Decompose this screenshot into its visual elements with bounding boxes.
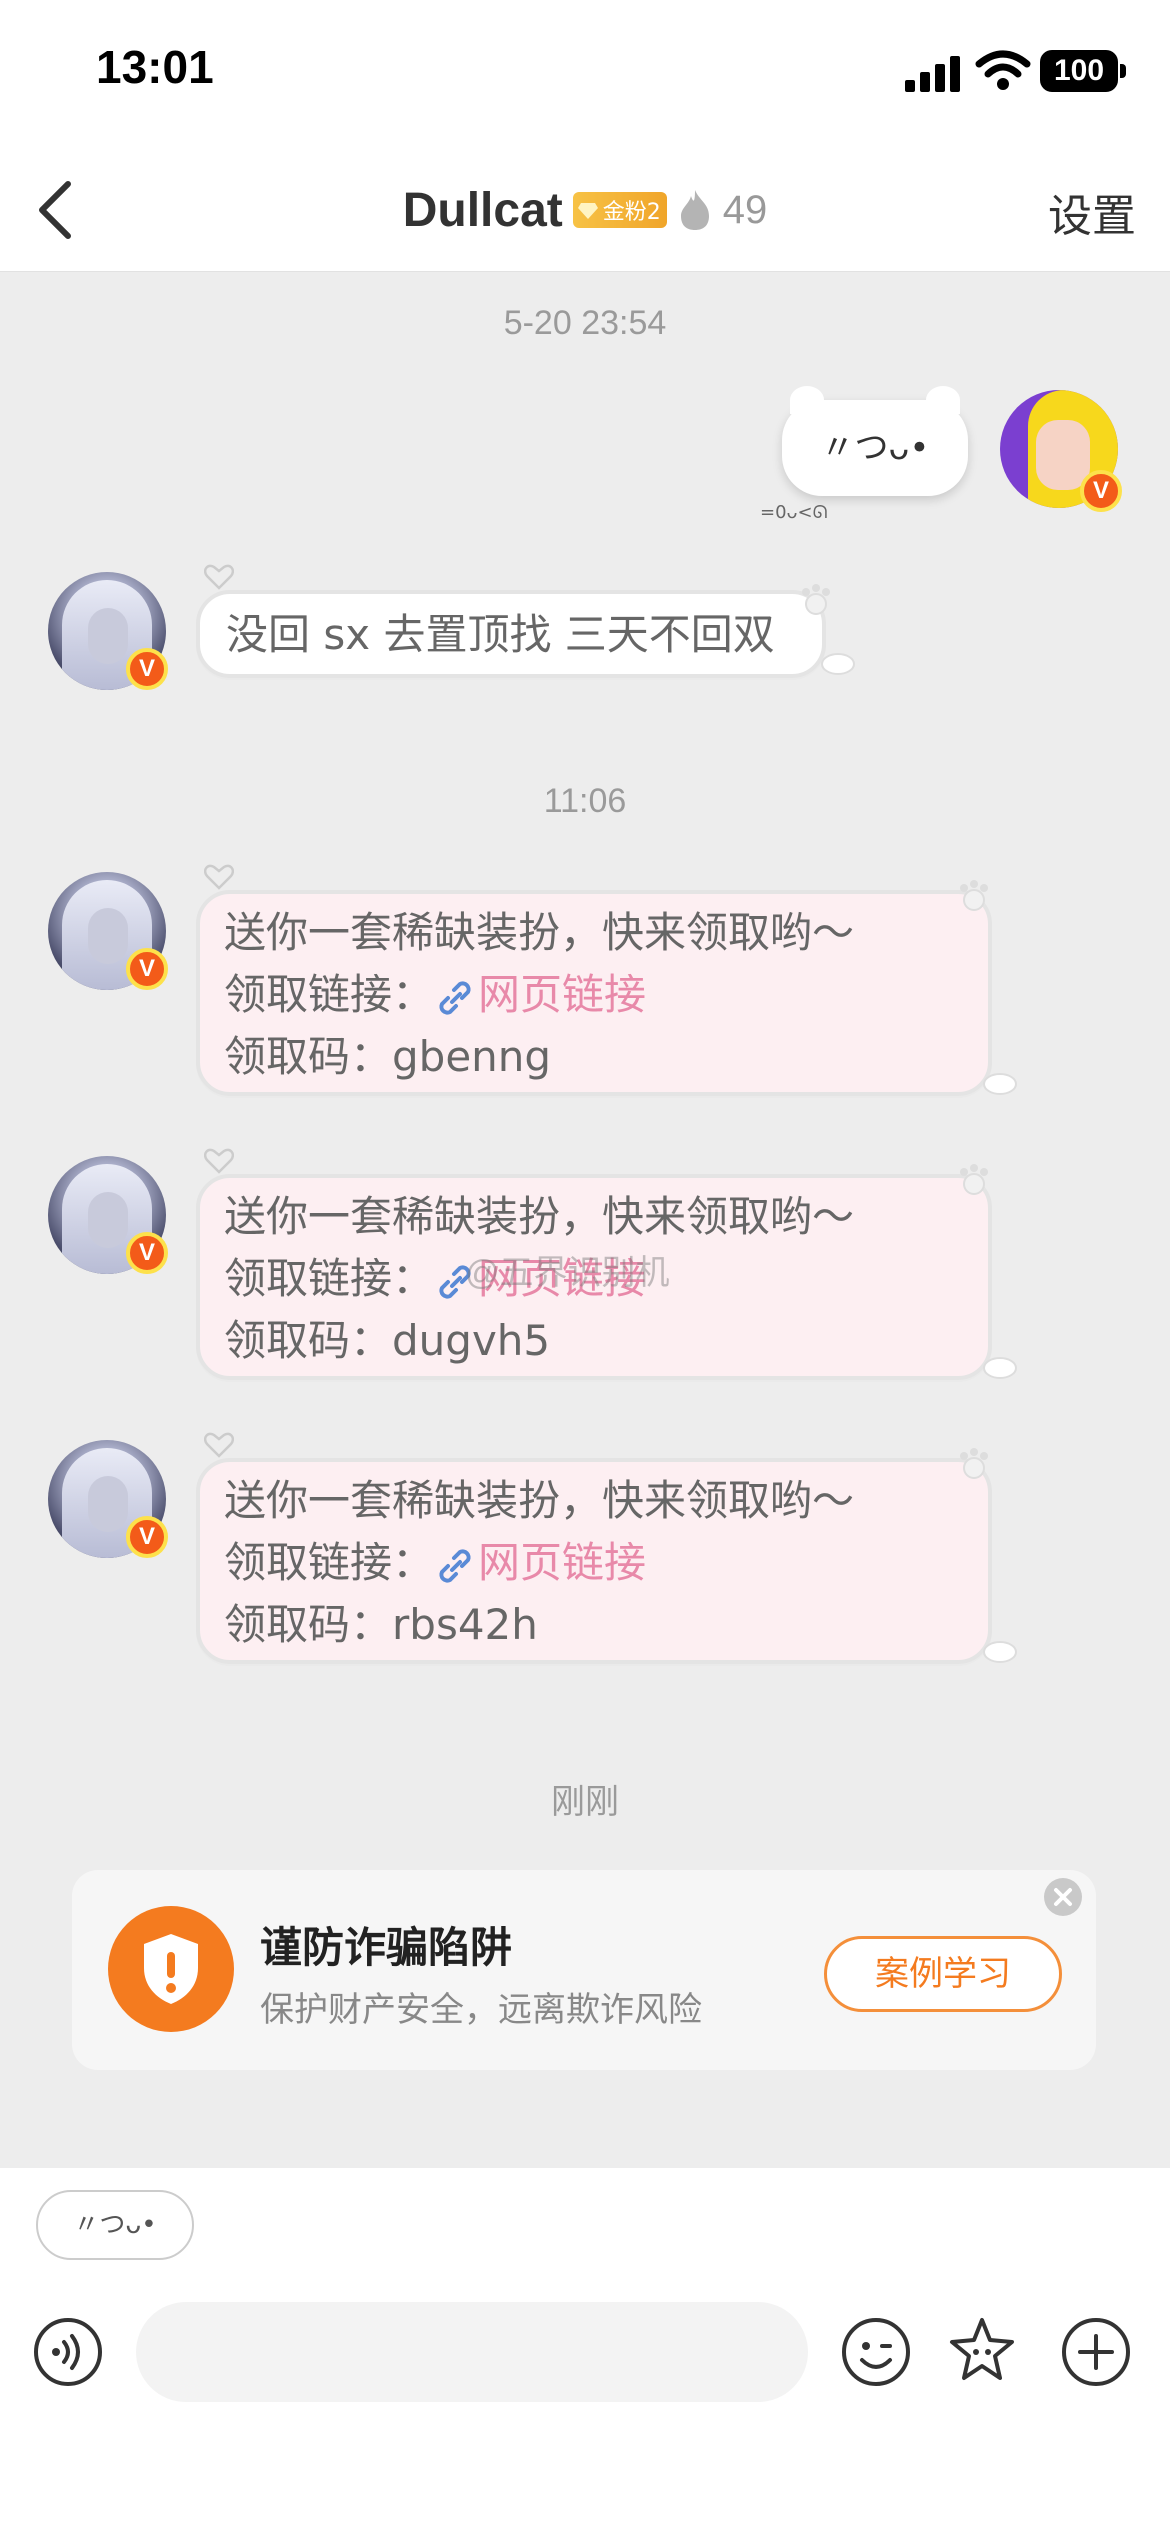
sticker-star-icon[interactable] [946, 2314, 1018, 2386]
fan-level-badge: 金粉2 [572, 192, 667, 228]
message-text: 没回 sx 去置顶找 三天不回双 [226, 610, 775, 659]
link-line: 领取链接： 网页链接 [224, 1532, 964, 1594]
link-icon [439, 980, 471, 1015]
status-time: 13:01 [96, 41, 214, 93]
message-bubble[interactable]: 送你一套稀缺装扮，快来领取哟～ 领取链接： 网页链接 领取码：gbenng [196, 890, 992, 1096]
web-link[interactable]: 网页链接 [478, 970, 646, 1019]
heart-icon [204, 1148, 234, 1174]
code-line: 领取码：gbenng [224, 1026, 964, 1088]
paw-icon [802, 584, 830, 615]
web-link[interactable]: 网页链接 [478, 1538, 646, 1587]
code-line: 领取码：dugvh5 [224, 1310, 964, 1372]
wifi-icon [975, 50, 1031, 90]
paw-icon [960, 1448, 988, 1479]
close-icon[interactable] [1044, 1878, 1082, 1916]
redeem-code: gbenng [392, 1032, 552, 1081]
code-label: 领取码： [224, 1316, 393, 1365]
verified-badge: V [126, 1516, 168, 1558]
link-label: 领取链接： [224, 970, 435, 1019]
verified-badge: V [126, 648, 168, 690]
heart-icon [204, 564, 234, 590]
emoji-icon[interactable] [840, 2316, 912, 2388]
fraud-warning-card: 谨防诈骗陷阱 保护财产安全，远离欺诈风险 案例学习 [72, 1870, 1096, 2070]
nav-title-group: Dullcat 金粉2 49 [0, 178, 1170, 242]
avatar-face [88, 608, 128, 664]
intimacy-count: 49 [722, 187, 768, 232]
sticker-face: 〃つᴗ• [820, 428, 930, 468]
code-label: 领取码： [224, 1032, 393, 1081]
page-title[interactable]: Dullcat [403, 183, 563, 238]
verified-badge: V [126, 948, 168, 990]
message-line: 送你一套稀缺装扮，快来领取哟～ [224, 1192, 855, 1241]
paw-icon [983, 1641, 1017, 1663]
input-area: 〃つᴗ• [0, 2168, 1170, 2532]
verified-badge: V [126, 1232, 168, 1274]
heart-icon [204, 864, 234, 890]
battery-icon: 100 [1040, 50, 1126, 92]
plus-icon[interactable] [1060, 2316, 1132, 2388]
redeem-code: dugvh5 [392, 1316, 551, 1365]
paw-icon [983, 1073, 1017, 1095]
timestamp: 刚刚 [551, 1783, 619, 1821]
message-line: 送你一套稀缺装扮，快来领取哟～ [224, 1476, 855, 1525]
case-study-button[interactable]: 案例学习 [824, 1936, 1062, 2012]
sticker-message[interactable]: 〃つᴗ• [782, 386, 968, 496]
sticker-ear [926, 386, 960, 414]
status-bar: 13:01 100 [0, 0, 1170, 150]
sticker-ear [790, 386, 824, 414]
heart-icon [204, 1432, 234, 1458]
timestamp: 5-20 23:54 [503, 304, 667, 342]
message-bubble[interactable]: 没回 sx 去置顶找 三天不回双 [196, 590, 826, 678]
fire-icon [680, 190, 709, 230]
sticker-suggestion[interactable]: 〃つᴗ• [36, 2190, 194, 2260]
avatar-face [88, 1476, 128, 1532]
message-line: 送你一套稀缺装扮，快来领取哟～ [224, 908, 855, 957]
verified-badge: V [1080, 470, 1122, 512]
sticker-caption: =0ᴗ<ᘏ [760, 502, 828, 523]
message-bubble[interactable]: 送你一套稀缺装扮，快来领取哟～ 领取链接： 网页链接 领取码：rbs42h [196, 1458, 992, 1664]
fraud-subtitle: 保护财产安全，远离欺诈风险 [260, 1990, 702, 2030]
voice-icon[interactable] [32, 2316, 104, 2388]
paw-icon [960, 1164, 988, 1195]
fan-badge-label: 金粉2 [602, 200, 661, 225]
shield-icon [108, 1906, 234, 2032]
message-input[interactable] [136, 2302, 808, 2402]
paw-icon [983, 1357, 1017, 1379]
code-label: 领取码： [224, 1600, 393, 1649]
link-label: 领取链接： [224, 1254, 435, 1303]
link-line: 领取链接： 网页链接 [224, 964, 964, 1026]
redeem-code: rbs42h [392, 1600, 538, 1649]
avatar-face [88, 908, 128, 964]
watermark: @五界识别机 [465, 1254, 670, 1292]
nav-bar: Dullcat 金粉2 49 设置 [0, 150, 1170, 272]
link-icon [439, 1548, 471, 1583]
timestamp: 11:06 [543, 782, 627, 820]
paw-icon [960, 880, 988, 911]
settings-button[interactable]: 设置 [1048, 180, 1136, 244]
avatar-face [88, 1192, 128, 1248]
fraud-title: 谨防诈骗陷阱 [260, 1923, 513, 1972]
signal-icon [905, 56, 961, 92]
code-line: 领取码：rbs42h [224, 1594, 964, 1656]
gem-icon [577, 203, 598, 219]
paw-icon [821, 653, 855, 675]
link-label: 领取链接： [224, 1538, 435, 1587]
